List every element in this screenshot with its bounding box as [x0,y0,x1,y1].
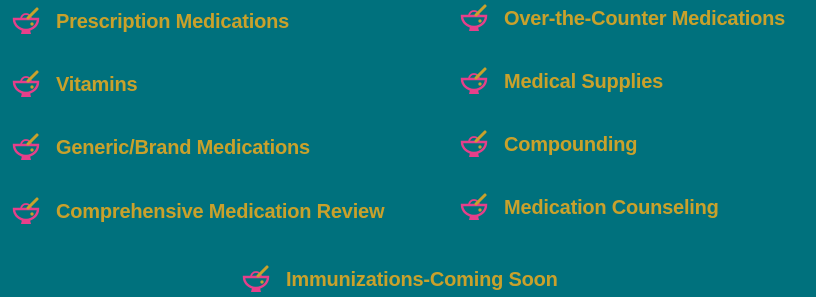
mortar-and-pestle-icon [460,4,488,31]
mortar-and-pestle-icon [242,265,270,292]
service-label: Medication Counseling [504,197,719,219]
service-label: Compounding [504,134,638,156]
service-item-prescription-medications: Prescription Medications [10,6,289,38]
service-item-medical-supplies: Medical Supplies [458,66,663,98]
service-item-medication-counseling: Medication Counseling [458,192,719,224]
service-label: Comprehensive Medication Review [56,201,385,223]
service-label: Generic/Brand Medications [56,137,310,159]
mortar-and-pestle-icon [460,193,488,220]
service-item-comprehensive-medication-review: Comprehensive Medication Review [10,196,385,228]
services-panel: { "colors": { "background": "#00717d", "… [0,0,816,297]
mortar-and-pestle-icon [12,7,40,34]
service-label: Over-the-Counter Medications [504,8,786,30]
service-item-generic-brand-medications: Generic/Brand Medications [10,132,310,164]
service-label: Prescription Medications [56,11,290,33]
service-label: Vitamins [56,74,138,96]
service-item-compounding: Compounding [458,129,638,161]
service-label: Medical Supplies [504,71,664,93]
mortar-and-pestle-icon [12,133,40,160]
service-item-immunizations-coming-soon: Immunizations-Coming Soon [240,264,558,296]
mortar-and-pestle-icon [460,130,488,157]
mortar-and-pestle-icon [12,70,40,97]
service-item-over-the-counter-medications: Over-the-Counter Medications [458,3,785,35]
service-item-vitamins: Vitamins [10,69,138,101]
mortar-and-pestle-icon [460,67,488,94]
mortar-and-pestle-icon [12,197,40,224]
service-label: Immunizations-Coming Soon [286,269,558,291]
